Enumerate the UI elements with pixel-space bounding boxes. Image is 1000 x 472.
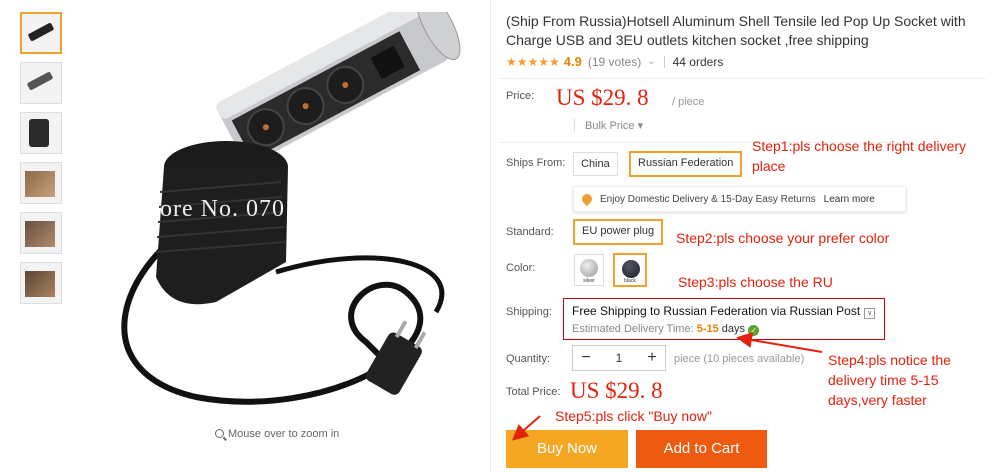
annotation-arrows (511, 332, 823, 441)
step4-arrow (736, 332, 823, 353)
step5-arrow (511, 415, 541, 441)
